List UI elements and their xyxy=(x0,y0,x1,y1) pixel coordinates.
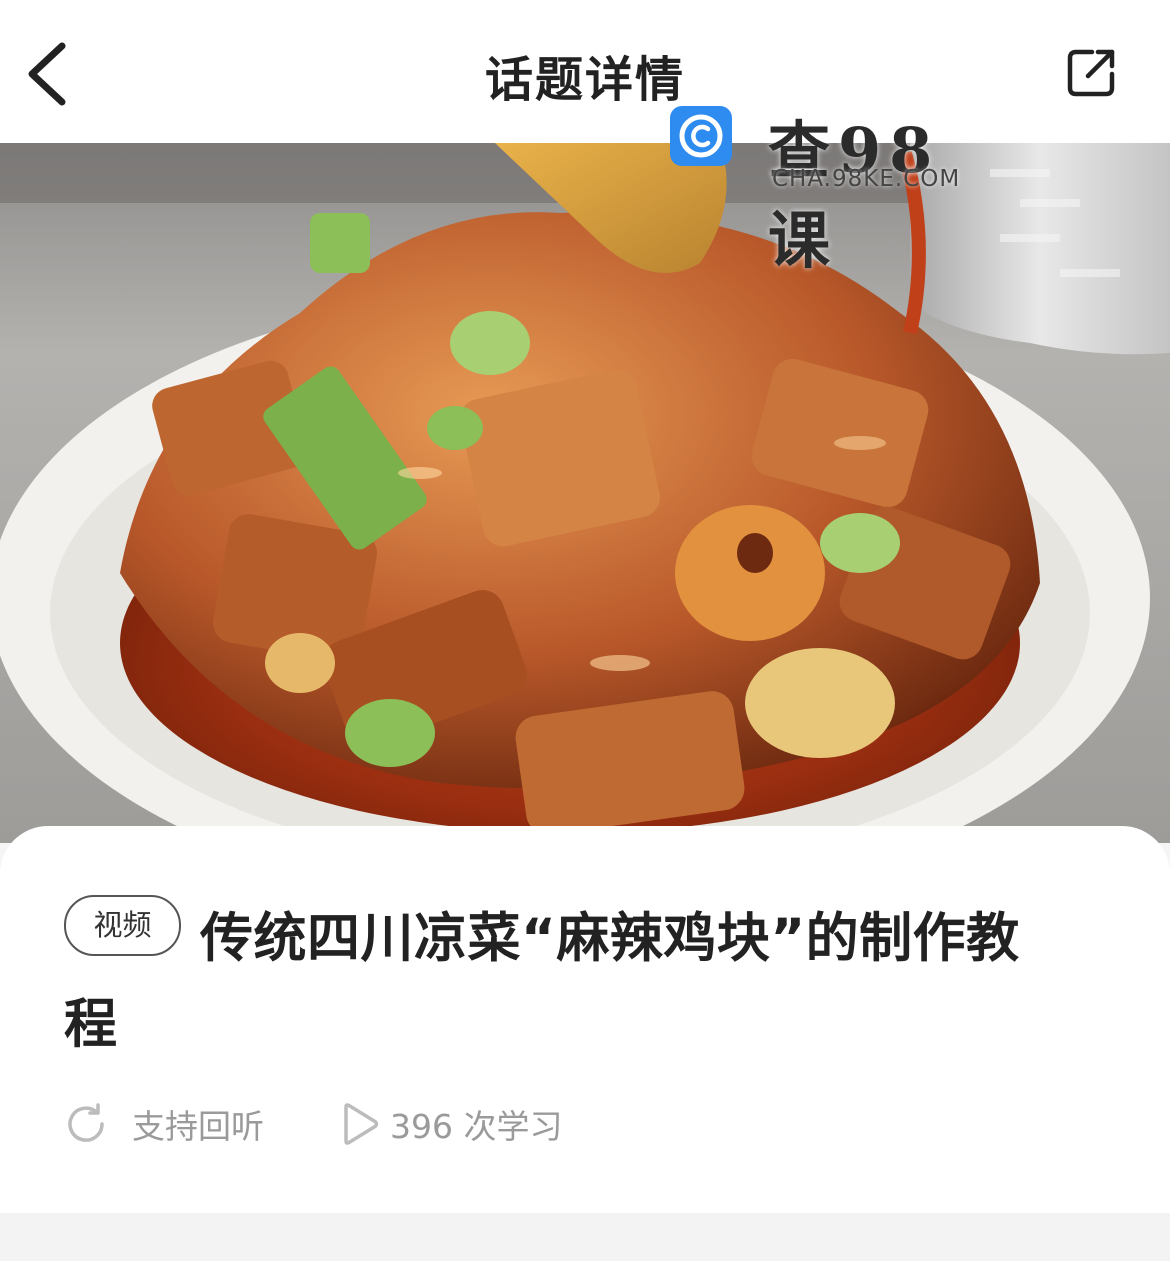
topic-card: 视频 传统四川凉菜“麻辣鸡块”的制作教 程 支持回听 396 次学习 xyxy=(0,826,1170,1213)
bottom-divider xyxy=(0,1213,1170,1261)
watermark-url: CHA.98KE.COM xyxy=(772,166,961,192)
watermark: 查98课 CHA.98KE.COM xyxy=(668,100,978,277)
page-title: 话题详情 xyxy=(484,52,685,108)
topic-title-line-1: 传统四川凉菜“麻辣鸡块”的制作教 xyxy=(200,908,1020,969)
external-share-icon xyxy=(1067,49,1115,97)
replay-info: 支持回听 xyxy=(64,1102,264,1146)
topic-title-line-2: 程 xyxy=(64,994,117,1055)
cover-image[interactable] xyxy=(0,143,1170,843)
replay-label: 支持回听 xyxy=(132,1107,264,1146)
watermark-logo xyxy=(670,106,732,166)
views-info: 396 次学习 xyxy=(340,1102,562,1146)
dish-illustration xyxy=(0,143,1170,843)
views-count: 396 次学习 xyxy=(390,1107,563,1146)
topic-detail-page: 话题详情 查98课 CHA.98KE.COM 视频 传统四川凉菜“麻辣鸡块”的制… xyxy=(0,0,1170,1261)
top-nav-bar: 话题详情 xyxy=(0,0,1170,143)
search-c-logo-icon xyxy=(679,114,723,158)
replay-icon xyxy=(68,1103,104,1142)
share-button[interactable] xyxy=(1062,44,1120,102)
video-tag: 视频 xyxy=(64,895,181,956)
play-icon xyxy=(344,1103,379,1145)
